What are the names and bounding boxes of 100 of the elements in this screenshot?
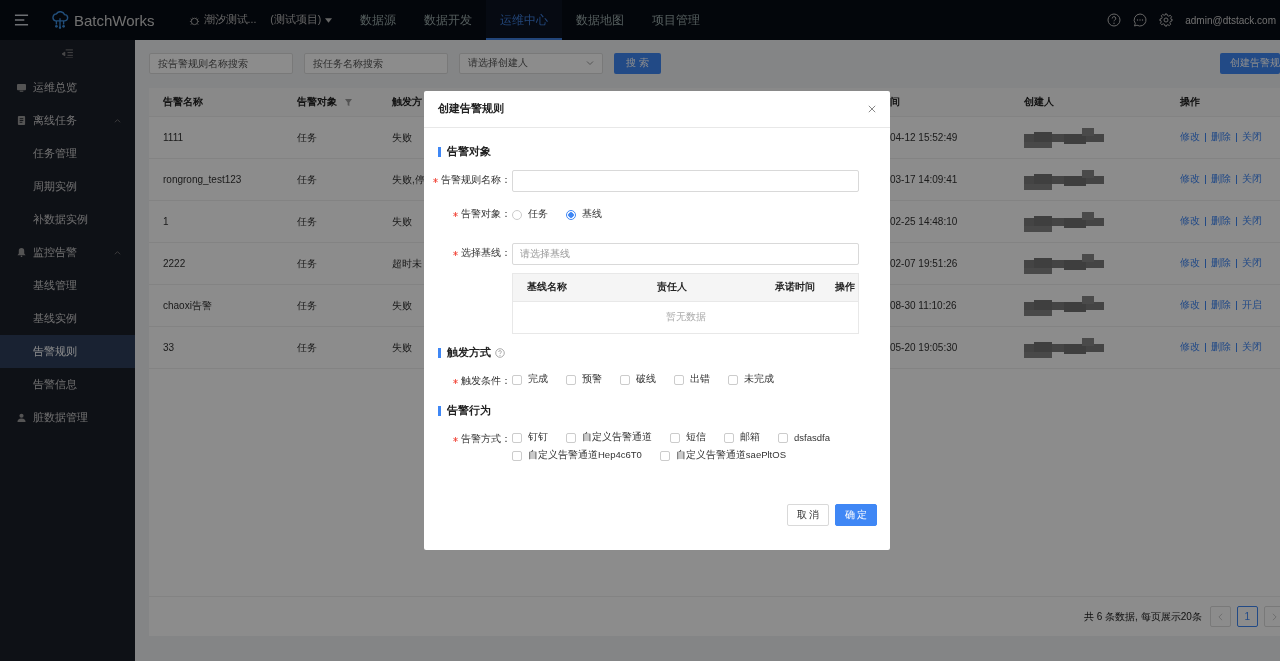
chevron-down-icon: [586, 61, 594, 66]
search-button[interactable]: 搜 索: [614, 53, 661, 74]
confirm-button[interactable]: 确 定: [835, 504, 877, 526]
option-label: 钉钉: [528, 431, 548, 444]
create-button[interactable]: 创建告警规: [1220, 53, 1280, 74]
sidebar-item[interactable]: 运维总览: [0, 71, 135, 104]
action-link[interactable]: 关闭: [1242, 341, 1262, 354]
checkbox[interactable]: [674, 374, 684, 385]
sidebar-item[interactable]: 周期实例: [0, 170, 135, 203]
section-title: 告警对象: [447, 145, 491, 159]
action-link[interactable]: 修改: [1180, 173, 1200, 186]
empty-message: 暂无数据: [665, 311, 706, 324]
table-cell: 任务: [297, 256, 317, 271]
project-selector[interactable]: 潮汐测试... (测试项目): [188, 13, 333, 27]
creator-select[interactable]: 请选择创建人: [459, 53, 603, 74]
nav-tab[interactable]: 运维中心: [486, 0, 563, 40]
action-link[interactable]: 修改: [1180, 341, 1200, 354]
help-icon[interactable]: [495, 348, 505, 358]
action-link[interactable]: 删除: [1211, 341, 1231, 354]
sidebar-item[interactable]: 离线任务: [0, 104, 135, 137]
table-cell: 1: [163, 216, 169, 227]
column-header: 触发方: [392, 95, 422, 109]
checkbox[interactable]: [512, 374, 522, 385]
checkbox[interactable]: [566, 432, 576, 443]
checkbox[interactable]: [670, 432, 680, 443]
radio-button[interactable]: [566, 209, 576, 220]
baseline-select[interactable]: 请选择基线: [512, 243, 859, 265]
checkbox[interactable]: [512, 450, 522, 461]
action-link[interactable]: 修改: [1180, 131, 1200, 144]
nav-tab[interactable]: 数据地图: [562, 0, 639, 40]
table-cell: chaoxi告警: [163, 298, 212, 313]
rule-name-field[interactable]: [512, 170, 859, 192]
table-cell: 33: [163, 342, 175, 353]
option-label: 预警: [582, 373, 602, 386]
page-button[interactable]: 1: [1236, 606, 1258, 627]
nav-tab[interactable]: 数据源: [346, 0, 411, 40]
column-header: 责任人: [657, 281, 688, 294]
action-link[interactable]: 开启: [1242, 299, 1262, 312]
next-page-button[interactable]: [1263, 606, 1280, 627]
checkbox[interactable]: [778, 432, 788, 443]
sidebar-item[interactable]: 基线管理: [0, 269, 135, 302]
table-cell: 失败: [392, 214, 412, 229]
sidebar-item[interactable]: 脏数据管理: [0, 401, 135, 434]
settings-icon[interactable]: [1159, 13, 1174, 27]
option-label: 任务: [528, 208, 548, 221]
cancel-button[interactable]: 取 消: [787, 504, 829, 526]
checkbox[interactable]: [620, 374, 630, 385]
option-label: 基线: [582, 208, 602, 221]
field-label: 告警规则名称：: [441, 174, 511, 187]
column-header: 承诺时间: [775, 281, 816, 294]
message-icon[interactable]: [1133, 13, 1148, 27]
sidebar-item[interactable]: 任务管理: [0, 137, 135, 170]
sidebar-item[interactable]: 补数据实例: [0, 203, 135, 236]
column-header: 操作: [835, 281, 855, 294]
action-link[interactable]: 修改: [1180, 215, 1200, 228]
checkbox[interactable]: [566, 374, 576, 385]
collapse-icon[interactable]: [62, 49, 73, 58]
brand-name: BatchWorks: [74, 11, 155, 29]
action-link[interactable]: 关闭: [1242, 131, 1262, 144]
table-cell: 失败: [392, 130, 412, 145]
checkbox[interactable]: [512, 432, 522, 443]
sidebar-item[interactable]: 告警信息: [0, 368, 135, 401]
column-header: 告警对象: [297, 95, 337, 109]
action-link[interactable]: 删除: [1211, 215, 1231, 228]
option-label: 自定义告警通道: [582, 431, 652, 444]
nav-tab[interactable]: 数据开发: [410, 0, 487, 40]
table-cell: 05-20 19:05:30: [890, 342, 958, 353]
action-link[interactable]: 修改: [1180, 257, 1200, 270]
action-link[interactable]: 删除: [1211, 299, 1231, 312]
nav-tab[interactable]: 项目管理: [638, 0, 715, 40]
action-link[interactable]: 关闭: [1242, 257, 1262, 270]
checkbox[interactable]: [659, 450, 670, 461]
action-link[interactable]: 删除: [1211, 173, 1231, 186]
action-link[interactable]: 关闭: [1242, 173, 1262, 186]
sidebar-item[interactable]: 告警规则: [0, 335, 135, 368]
search-field[interactable]: 按任务名称搜索: [304, 53, 448, 74]
section-title: 触发方式: [447, 346, 491, 360]
action-link[interactable]: 删除: [1211, 257, 1231, 270]
user-name[interactable]: admin@dtstack.com: [1185, 14, 1276, 26]
field-label: 选择基线：: [461, 247, 511, 260]
table-cell: 02-25 14:48:10: [890, 216, 958, 227]
filter-icon[interactable]: [345, 98, 352, 106]
checkbox[interactable]: [724, 432, 734, 443]
sidebar-item[interactable]: 监控告警: [0, 236, 135, 269]
action-link[interactable]: 关闭: [1242, 215, 1262, 228]
search-field[interactable]: 按告警规则名称搜索: [149, 53, 293, 74]
help-icon[interactable]: [1107, 13, 1122, 27]
option-label: 自定义告警通道saePltOS: [675, 449, 786, 462]
action-link[interactable]: 修改: [1180, 299, 1200, 312]
menu-icon[interactable]: [14, 14, 29, 26]
checkbox[interactable]: [728, 374, 738, 385]
table-cell: 04-12 15:52:49: [890, 132, 958, 143]
table-cell: 任务: [297, 298, 317, 313]
action-link[interactable]: 删除: [1211, 131, 1231, 144]
chevron-icon: [114, 118, 121, 123]
previous-page-button[interactable]: [1209, 606, 1231, 627]
chevron-icon: [114, 250, 121, 255]
table-cell: 2222: [163, 258, 186, 269]
close-icon[interactable]: [868, 105, 876, 113]
sidebar-item[interactable]: 基线实例: [0, 302, 135, 335]
